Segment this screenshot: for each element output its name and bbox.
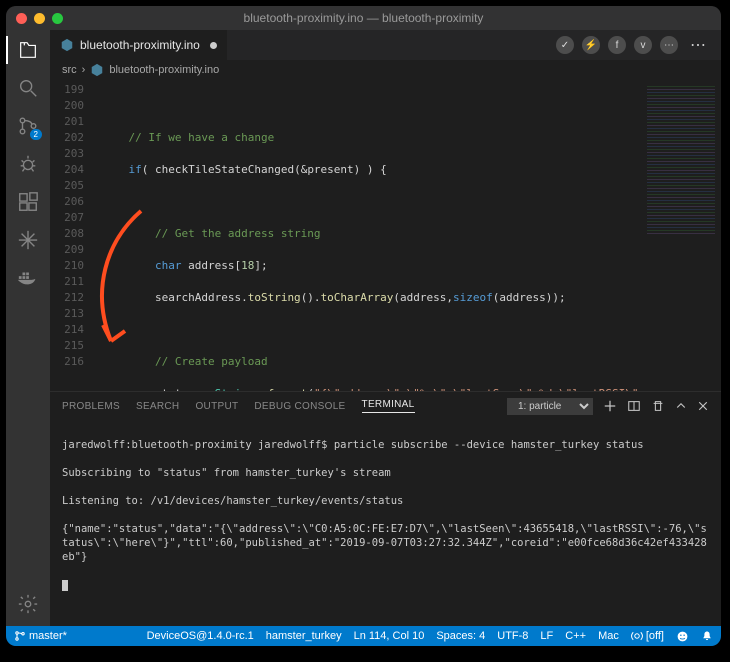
scm-badge: 2 xyxy=(30,129,42,140)
new-terminal-icon[interactable] xyxy=(603,399,617,413)
line-gutter: 1992002012022032042052062072082092102112… xyxy=(50,80,94,391)
bottom-panel: PROBLEMS SEARCH OUTPUT DEBUG CONSOLE TER… xyxy=(50,391,721,626)
tab-search[interactable]: SEARCH xyxy=(136,401,179,412)
tab-debug-console[interactable]: DEBUG CONSOLE xyxy=(254,401,345,412)
docker-icon[interactable] xyxy=(16,266,40,290)
window-title: bluetooth-proximity.ino — bluetooth-prox… xyxy=(6,11,721,25)
terminal-selector[interactable]: 1: particle xyxy=(507,398,593,415)
breadcrumb-seg[interactable]: bluetooth-proximity.ino xyxy=(109,64,219,76)
status-deviceos[interactable]: DeviceOS@1.4.0-rc.1 xyxy=(147,630,254,642)
terminal-line: {"name":"status","data":"{\"address\":\"… xyxy=(62,522,709,564)
extensions-icon[interactable] xyxy=(16,190,40,214)
close-panel-icon[interactable] xyxy=(697,400,709,412)
tab-overflow-icon[interactable]: ⋯ xyxy=(686,35,711,55)
status-encoding[interactable]: UTF-8 xyxy=(497,630,528,642)
action-v-icon[interactable]: v xyxy=(634,36,652,54)
breadcrumb-seg[interactable]: src xyxy=(62,64,77,76)
git-branch[interactable]: master* xyxy=(14,630,67,642)
tab-terminal[interactable]: TERMINAL xyxy=(362,399,415,413)
split-terminal-icon[interactable] xyxy=(627,399,641,413)
activity-bar: 2 xyxy=(6,30,50,626)
code-editor[interactable]: 1992002012022032042052062072082092102112… xyxy=(50,80,721,391)
tab-problems[interactable]: PROBLEMS xyxy=(62,401,120,412)
particle-icon[interactable] xyxy=(16,228,40,252)
status-spaces[interactable]: Spaces: 4 xyxy=(436,630,485,642)
modified-indicator-icon xyxy=(210,42,217,49)
explorer-icon[interactable] xyxy=(16,38,40,62)
tab-output[interactable]: OUTPUT xyxy=(195,401,238,412)
close-window-button[interactable] xyxy=(16,13,27,24)
code-body[interactable]: // If we have a change if( checkTileStat… xyxy=(94,80,641,391)
terminal-line: jaredwolff:bluetooth-proximity jaredwolf… xyxy=(62,438,709,452)
status-bar: master* DeviceOS@1.4.0-rc.1 hamster_turk… xyxy=(6,626,721,646)
editor-tabbar: bluetooth-proximity.ino ✓ ⚡ f v ⋯ ⋯ xyxy=(50,30,721,60)
chevron-right-icon: › xyxy=(82,64,86,76)
search-icon[interactable] xyxy=(16,76,40,100)
cpp-file-icon xyxy=(90,63,104,77)
tab-bluetooth-proximity[interactable]: bluetooth-proximity.ino xyxy=(50,30,228,60)
tab-label: bluetooth-proximity.ino xyxy=(80,38,200,52)
minimap[interactable] xyxy=(641,80,721,391)
status-eol[interactable]: LF xyxy=(540,630,553,642)
status-device[interactable]: hamster_turkey xyxy=(266,630,342,642)
feedback-icon[interactable] xyxy=(676,630,689,643)
zoom-window-button[interactable] xyxy=(52,13,63,24)
scm-icon[interactable]: 2 xyxy=(16,114,40,138)
action-flash-icon[interactable]: ⚡ xyxy=(582,36,600,54)
action-more-icon[interactable]: ⋯ xyxy=(660,36,678,54)
status-position[interactable]: Ln 114, Col 10 xyxy=(354,630,425,642)
terminal-line: Subscribing to "status" from hamster_tur… xyxy=(62,466,709,480)
action-f-icon[interactable]: f xyxy=(608,36,626,54)
settings-gear-icon[interactable] xyxy=(16,592,40,616)
status-live[interactable]: [off] xyxy=(631,630,664,642)
breadcrumb[interactable]: src › bluetooth-proximity.ino xyxy=(50,60,721,80)
terminal-cursor xyxy=(62,580,68,591)
bell-icon[interactable] xyxy=(701,630,713,642)
terminal-line: Listening to: /v1/devices/hamster_turkey… xyxy=(62,494,709,508)
minimize-window-button[interactable] xyxy=(34,13,45,24)
action-check-icon[interactable]: ✓ xyxy=(556,36,574,54)
maximize-panel-icon[interactable] xyxy=(675,400,687,412)
titlebar: bluetooth-proximity.ino — bluetooth-prox… xyxy=(6,6,721,30)
terminal-output[interactable]: jaredwolff:bluetooth-proximity jaredwolf… xyxy=(50,420,721,626)
status-language[interactable]: C++ xyxy=(565,630,586,642)
cpp-file-icon xyxy=(60,38,74,52)
kill-terminal-icon[interactable] xyxy=(651,399,665,413)
status-os[interactable]: Mac xyxy=(598,630,619,642)
debug-icon[interactable] xyxy=(16,152,40,176)
